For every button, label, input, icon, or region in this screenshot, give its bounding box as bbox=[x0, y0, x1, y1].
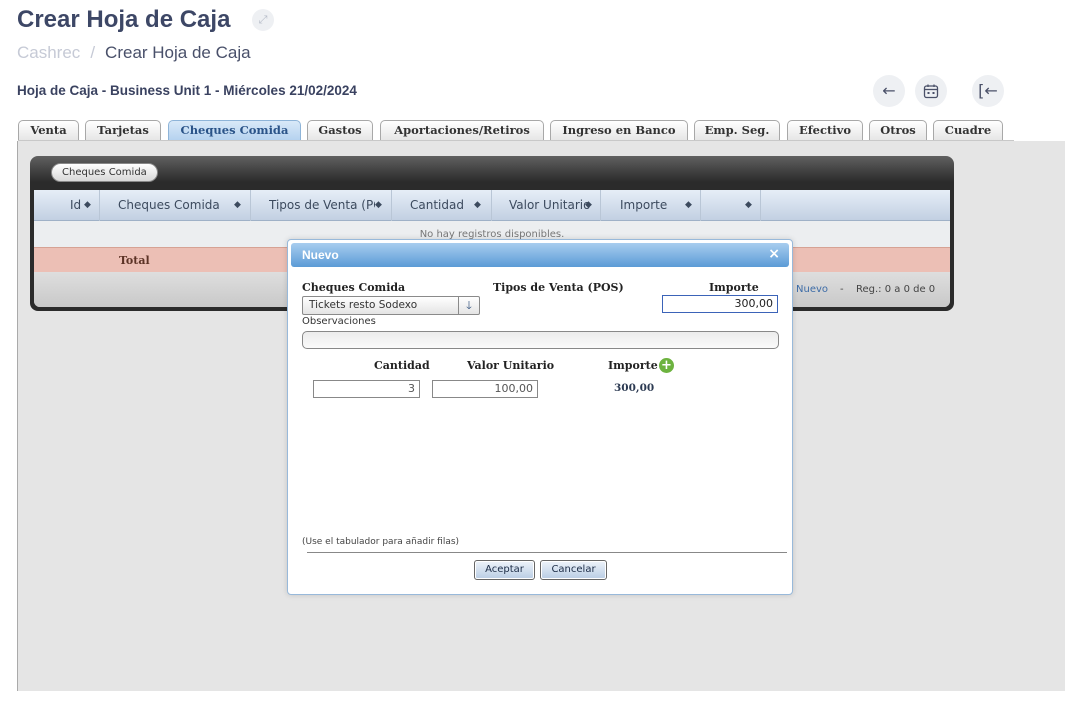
breadcrumb-cashrec[interactable]: Cashrec bbox=[17, 43, 80, 62]
exit-button[interactable]: [← bbox=[972, 75, 1004, 107]
total-label: Total bbox=[119, 254, 150, 267]
panel-title[interactable]: Cheques Comida bbox=[51, 163, 158, 182]
sort-icon: ◆ bbox=[234, 200, 241, 210]
sort-icon: ◆ bbox=[585, 200, 592, 210]
column-header-valor-unitario[interactable]: Valor Unitario ◆ bbox=[492, 190, 601, 221]
sort-icon: ◆ bbox=[375, 200, 382, 210]
column-header-cheques-comida[interactable]: Cheques Comida ◆ bbox=[100, 190, 251, 221]
tab-otros[interactable]: Otros bbox=[869, 120, 927, 140]
tab-hint: (Use el tabulador para añadir filas) bbox=[302, 537, 460, 547]
new-cheque-dialog: Nuevo × Cheques Comida Tickets resto Sod… bbox=[287, 239, 793, 595]
column-header-cantidad[interactable]: Cantidad ◆ bbox=[392, 190, 492, 221]
record-count: Reg.: 0 a 0 de 0 bbox=[856, 284, 936, 295]
new-record-link[interactable]: Nuevo bbox=[796, 284, 828, 295]
observaciones-label: Observaciones bbox=[302, 316, 376, 327]
page-title: Crear Hoja de Caja bbox=[17, 6, 231, 33]
breadcrumb-current: Crear Hoja de Caja bbox=[105, 43, 251, 62]
tab-cuadre[interactable]: Cuadre bbox=[933, 120, 1003, 140]
sheet-title: Hoja de Caja - Business Unit 1 - Miércol… bbox=[17, 83, 357, 98]
expand-icon[interactable]: ⤢ bbox=[252, 9, 274, 31]
calendar-icon bbox=[923, 84, 939, 99]
cantidad-input[interactable]: 3 bbox=[313, 380, 420, 398]
sort-icon: ◆ bbox=[745, 200, 752, 210]
breadcrumb-separator: / bbox=[90, 43, 96, 62]
tab-emp-seg[interactable]: Emp. Seg. bbox=[694, 120, 780, 140]
column-header-tipos-venta[interactable]: Tipos de Venta (PC ◆ bbox=[251, 190, 392, 221]
back-arrow-icon: ← bbox=[882, 81, 896, 100]
cantidad-header: Cantidad bbox=[374, 359, 430, 372]
tab-tarjetas[interactable]: Tarjetas bbox=[85, 120, 161, 140]
tab-ingreso-en-banco[interactable]: Ingreso en Banco bbox=[550, 120, 688, 140]
breadcrumb: Cashrec / Crear Hoja de Caja bbox=[17, 43, 251, 63]
cheques-comida-value: Tickets resto Sodexo bbox=[309, 299, 418, 311]
tab-gastos[interactable]: Gastos bbox=[307, 120, 373, 140]
cheques-comida-label: Cheques Comida bbox=[302, 281, 406, 294]
tab-bar: Venta Tarjetas Cheques Comida Gastos Apo… bbox=[18, 120, 1014, 141]
calendar-button[interactable] bbox=[915, 75, 947, 107]
accept-button[interactable]: Aceptar bbox=[474, 560, 535, 580]
observaciones-field[interactable] bbox=[302, 331, 779, 349]
valor-unitario-header: Valor Unitario bbox=[467, 359, 555, 372]
valor-unitario-input[interactable]: 100,00 bbox=[432, 380, 538, 398]
column-header-importe[interactable]: Importe ◆ bbox=[601, 190, 701, 221]
tipos-venta-label: Tipos de Venta (POS) bbox=[493, 281, 624, 294]
dialog-divider bbox=[307, 552, 787, 553]
column-header-actions[interactable]: ◆ bbox=[701, 190, 761, 221]
sort-icon: ◆ bbox=[84, 200, 91, 210]
column-header-id[interactable]: Id ◆ bbox=[34, 190, 100, 221]
sort-icon: ◆ bbox=[685, 200, 692, 210]
exit-icon: [← bbox=[978, 81, 998, 100]
cheques-comida-select[interactable]: Tickets resto Sodexo 🡓 bbox=[302, 296, 480, 315]
tab-aportaciones-retiros[interactable]: Aportaciones/Retiros bbox=[380, 120, 544, 140]
importe-total-field[interactable]: 300,00 bbox=[662, 295, 778, 313]
close-icon[interactable]: × bbox=[768, 246, 780, 262]
add-row-icon[interactable]: + bbox=[659, 358, 674, 373]
chevron-down-icon[interactable]: 🡓 bbox=[458, 297, 479, 314]
footer-separator: - bbox=[840, 284, 844, 295]
tab-venta[interactable]: Venta bbox=[18, 120, 79, 140]
dialog-header: Nuevo × bbox=[291, 243, 789, 267]
importe-header: Importe bbox=[608, 359, 658, 372]
tab-efectivo[interactable]: Efectivo bbox=[787, 120, 863, 140]
cancel-button[interactable]: Cancelar bbox=[540, 560, 607, 580]
line-importe-value: 300,00 bbox=[614, 382, 655, 394]
back-button[interactable]: ← bbox=[873, 75, 905, 107]
grid-header: Id ◆ Cheques Comida ◆ Tipos de Venta (PC… bbox=[34, 190, 950, 221]
dialog-title: Nuevo bbox=[302, 248, 339, 262]
sort-icon: ◆ bbox=[474, 200, 481, 210]
tab-cheques-comida[interactable]: Cheques Comida bbox=[168, 120, 301, 140]
